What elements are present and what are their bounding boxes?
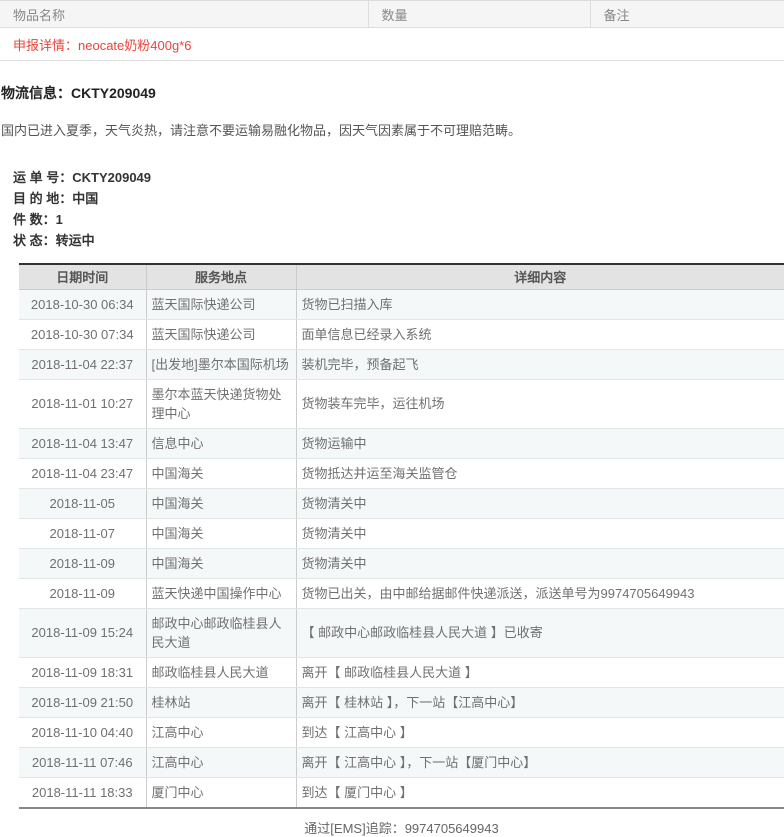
- tracking-cell-location: 中国海关: [146, 458, 297, 489]
- tracking-table-body: 2018-10-30 06:34 蓝天国际快递公司 货物已扫描入库 2018-10-3…: [19, 289, 784, 808]
- tracking-cell-location: 桂林站: [146, 687, 297, 718]
- destination-row: 目 的 地：中国: [13, 188, 784, 209]
- tracking-cell-location: 墨尔本蓝天快递货物处理中心: [146, 379, 297, 429]
- tracking-cell-datetime: 2018-11-04 22:37: [19, 349, 147, 380]
- tracking-cell-detail: 到达【 厦门中心 】: [296, 777, 784, 808]
- tracking-cell-datetime: 2018-11-11 18:33: [19, 777, 147, 808]
- tracking-cell-location: 江高中心: [146, 717, 297, 748]
- tracking-header-row: 日期时间 服务地点 详细内容: [19, 263, 784, 290]
- tracking-cell-location: 厦门中心: [146, 777, 297, 808]
- table-row: 2018-11-11 07:46 江高中心 离开【 江高中心 】，下一站【厦门中心】: [19, 747, 784, 778]
- waybill-number-label: 运 单 号：: [13, 169, 73, 185]
- tracking-cell-detail: 货物清关中: [296, 548, 784, 579]
- tracking-cell-datetime: 2018-11-09: [19, 578, 147, 609]
- tracking-cell-datetime: 2018-11-01 10:27: [19, 379, 147, 429]
- table-row: 2018-11-11 18:33 厦门中心 到达【 厦门中心 】: [19, 777, 784, 808]
- tracking-table-wrapper: 日期时间 服务地点 详细内容 2018-10-30 06:34 蓝天国际快递公司货…: [0, 262, 784, 837]
- tracking-cell-location: 信息中心: [146, 428, 297, 459]
- tracking-cell-location: 邮政中心邮政临桂县人民大道: [146, 608, 297, 658]
- tracking-cell-datetime: 2018-11-05: [19, 488, 147, 519]
- tracking-cell-datetime: 2018-11-07: [19, 518, 147, 549]
- tracking-cell-datetime: 2018-11-11 07:46: [19, 747, 147, 778]
- tracking-cell-location: 中国海关: [146, 488, 297, 519]
- tracking-table: 日期时间 服务地点 详细内容 2018-10-30 06:34 蓝天国际快递公司货…: [19, 262, 784, 809]
- waybill-number-row: 运 单 号：CKTY209049: [13, 167, 784, 188]
- table-row: 2018-11-10 04:40 江高中心 到达【 江高中心 】: [19, 717, 784, 748]
- tracking-cell-location: 蓝天国际快递公司: [146, 319, 297, 350]
- declaration-col-quantity: 数量: [368, 0, 591, 28]
- tracking-cell-location: 江高中心: [146, 747, 297, 778]
- destination-label: 目 的 地：: [13, 190, 73, 206]
- table-row: 2018-11-01 10:27 墨尔本蓝天快递货物处理中心 货物装车完毕，运往机场: [19, 379, 784, 429]
- table-row: 2018-11-05 中国海关 货物清关中: [19, 488, 784, 519]
- table-row: 2018-11-04 13:47 信息中心 货物运输中: [19, 428, 784, 459]
- tracking-cell-datetime: 2018-10-30 06:34: [19, 289, 147, 320]
- pieces-row: 件 数：1: [13, 209, 784, 230]
- tracking-cell-location: [出发地]墨尔本国际机场: [146, 349, 297, 380]
- table-row: 2018-11-07 中国海关 货物清关中: [19, 518, 784, 549]
- table-row: 2018-10-30 07:34 蓝天国际快递公司 面单信息已经录入系统: [19, 319, 784, 350]
- tracking-cell-datetime: 2018-11-09 21:50: [19, 687, 147, 718]
- pieces-value: 1: [55, 211, 63, 227]
- tracking-cell-detail: 离开【 邮政临桂县人民大道 】: [296, 657, 784, 688]
- declaration-detail-text: 申报详情：neocate奶粉400g*6: [0, 27, 784, 61]
- declaration-table: 物品名称 数量 备注 申报详情：neocate奶粉400g*6: [0, 0, 784, 61]
- logistics-info-heading: 物流信息：CKTY209049: [1, 85, 156, 101]
- destination-value: 中国: [72, 190, 99, 206]
- seasonal-notice-text: 国内已进入夏季，天气炎热，请注意不要运输易融化物品，因天气因素属于不可理赔范畴。: [1, 123, 522, 138]
- shipment-meta-block: 运 单 号：CKTY209049 目 的 地：中国 件 数：1 状 态：转运中: [13, 167, 784, 251]
- table-row: 2018-11-09 21:50 桂林站 离开【 桂林站 】，下一站【江高中心】: [19, 687, 784, 718]
- table-row: 2018-11-04 22:37 [出发地]墨尔本国际机场 装机完毕，预备起飞: [19, 349, 784, 380]
- status-row: 状 态：转运中: [13, 230, 784, 251]
- table-row: 2018-11-09 中国海关 货物清关中: [19, 548, 784, 579]
- tracking-cell-detail: 货物装车完毕，运往机场: [296, 379, 784, 429]
- tracking-cell-location: 中国海关: [146, 548, 297, 579]
- tracking-cell-location: 蓝天快递中国操作中心: [146, 578, 297, 609]
- tracking-cell-detail: 货物运输中: [296, 428, 784, 459]
- table-row: 2018-11-04 23:47 中国海关 货物抵达并运至海关监管仓: [19, 458, 784, 489]
- tracking-cell-detail: 【 邮政中心邮政临桂县人民大道 】已收寄: [296, 608, 784, 658]
- declaration-col-item-name: 物品名称: [0, 0, 369, 28]
- declaration-col-remark: 备注: [590, 0, 784, 28]
- table-row: 2018-11-09 18:31 邮政临桂县人民大道 离开【 邮政临桂县人民大道 】: [19, 657, 784, 688]
- table-row: 2018-11-09 15:24 邮政中心邮政临桂县人民大道【 邮政中心邮政临桂县…: [19, 608, 784, 658]
- tracking-cell-location: 中国海关: [146, 518, 297, 549]
- tracking-col-datetime: 日期时间: [19, 263, 147, 290]
- tracking-cell-detail: 装机完毕，预备起飞: [296, 349, 784, 380]
- status-label: 状 态：: [13, 232, 56, 248]
- tracking-col-location: 服务地点: [146, 263, 297, 290]
- tracking-cell-detail: 货物已扫描入库: [296, 289, 784, 320]
- tracking-col-detail: 详细内容: [296, 263, 784, 290]
- pieces-label: 件 数：: [13, 211, 56, 227]
- status-value: 转运中: [55, 232, 95, 248]
- tracking-cell-datetime: 2018-10-30 07:34: [19, 319, 147, 350]
- table-row: 2018-10-30 06:34 蓝天国际快递公司 货物已扫描入库: [19, 289, 784, 320]
- tracking-cell-datetime: 2018-11-09 18:31: [19, 657, 147, 688]
- tracking-cell-location: 邮政临桂县人民大道: [146, 657, 297, 688]
- tracking-cell-detail: 离开【 江高中心 】，下一站【厦门中心】: [296, 747, 784, 778]
- tracking-cell-detail: 货物抵达并运至海关监管仓: [296, 458, 784, 489]
- tracking-cell-detail: 货物清关中: [296, 488, 784, 519]
- tracking-cell-datetime: 2018-11-09: [19, 548, 147, 579]
- tracking-cell-location: 蓝天国际快递公司: [146, 289, 297, 320]
- tracking-cell-detail: 面单信息已经录入系统: [296, 319, 784, 350]
- tracking-cell-datetime: 2018-11-04 13:47: [19, 428, 147, 459]
- declaration-detail-row: 申报详情：neocate奶粉400g*6: [0, 27, 784, 61]
- tracking-cell-datetime: 2018-11-10 04:40: [19, 717, 147, 748]
- tracking-cell-detail: 货物已出关，由中邮给据邮件快递派送，派送单号为9974705649943: [296, 578, 784, 609]
- tracking-cell-detail: 离开【 桂林站 】，下一站【江高中心】: [296, 687, 784, 718]
- waybill-number-value: CKTY209049: [72, 169, 152, 185]
- tracking-cell-datetime: 2018-11-09 15:24: [19, 608, 147, 658]
- tracking-cell-detail: 货物清关中: [296, 518, 784, 549]
- declaration-header-row: 物品名称 数量 备注: [0, 0, 784, 28]
- tracking-cell-datetime: 2018-11-04 23:47: [19, 458, 147, 489]
- tracking-cell-detail: 到达【 江高中心 】: [296, 717, 784, 748]
- ems-tracking-footer: 通过[EMS]追踪：9974705649943: [304, 820, 499, 836]
- table-row: 2018-11-09 蓝天快递中国操作中心 货物已出关，由中邮给据邮件快递派送，派送…: [19, 578, 784, 609]
